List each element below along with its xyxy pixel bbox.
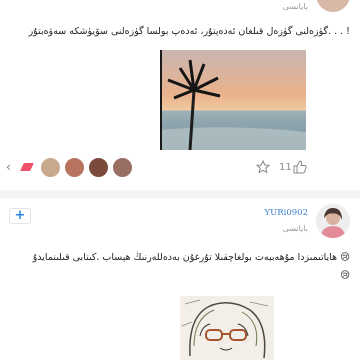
post-text-continued: 😢 xyxy=(340,270,350,281)
thumbs-up-icon xyxy=(293,160,307,174)
sketch-portrait-image xyxy=(180,296,274,360)
username[interactable]: YURi0902 xyxy=(264,208,308,218)
post-text: گۈزەلنى گۈزەل قىلغان ئەدەپتۇر، ئەدەپ بول… xyxy=(28,26,350,37)
like-count: 11 xyxy=(279,162,292,173)
avatar-image xyxy=(316,204,350,238)
liker-avatar[interactable] xyxy=(64,157,85,178)
author-avatar[interactable] xyxy=(316,204,350,238)
liker-avatar[interactable] xyxy=(40,157,61,178)
palm-beach-image xyxy=(160,50,306,150)
star-icon xyxy=(255,159,271,174)
post-time: بايانسى xyxy=(282,224,308,233)
liker-avatar[interactable] xyxy=(112,157,133,178)
author-avatar[interactable] xyxy=(316,0,350,12)
post-image[interactable] xyxy=(180,296,274,360)
post-image[interactable] xyxy=(160,50,306,150)
star-button[interactable] xyxy=(255,159,271,174)
more-likers-icon[interactable] xyxy=(20,163,34,171)
liker-avatar[interactable] xyxy=(88,157,109,178)
back-icon[interactable]: ‹ xyxy=(6,160,16,174)
post-card: بايانسى گۈزەلنى گۈزەل قىلغان ئەدەپتۇر، ئ… xyxy=(0,0,360,188)
post-time: بايانسى xyxy=(282,2,308,11)
follow-button[interactable]: + xyxy=(9,208,31,224)
like-button[interactable] xyxy=(293,160,307,174)
post-card: + YURi0902 بايانسى ھاياتىمىزدا مۇھەببەت … xyxy=(0,198,360,360)
plus-icon: + xyxy=(14,208,26,223)
post-text: ھاياتىمىزدا مۇھەببەت بولغاچقىلا تۇرغۇن ب… xyxy=(32,252,350,263)
section-divider xyxy=(0,190,360,198)
